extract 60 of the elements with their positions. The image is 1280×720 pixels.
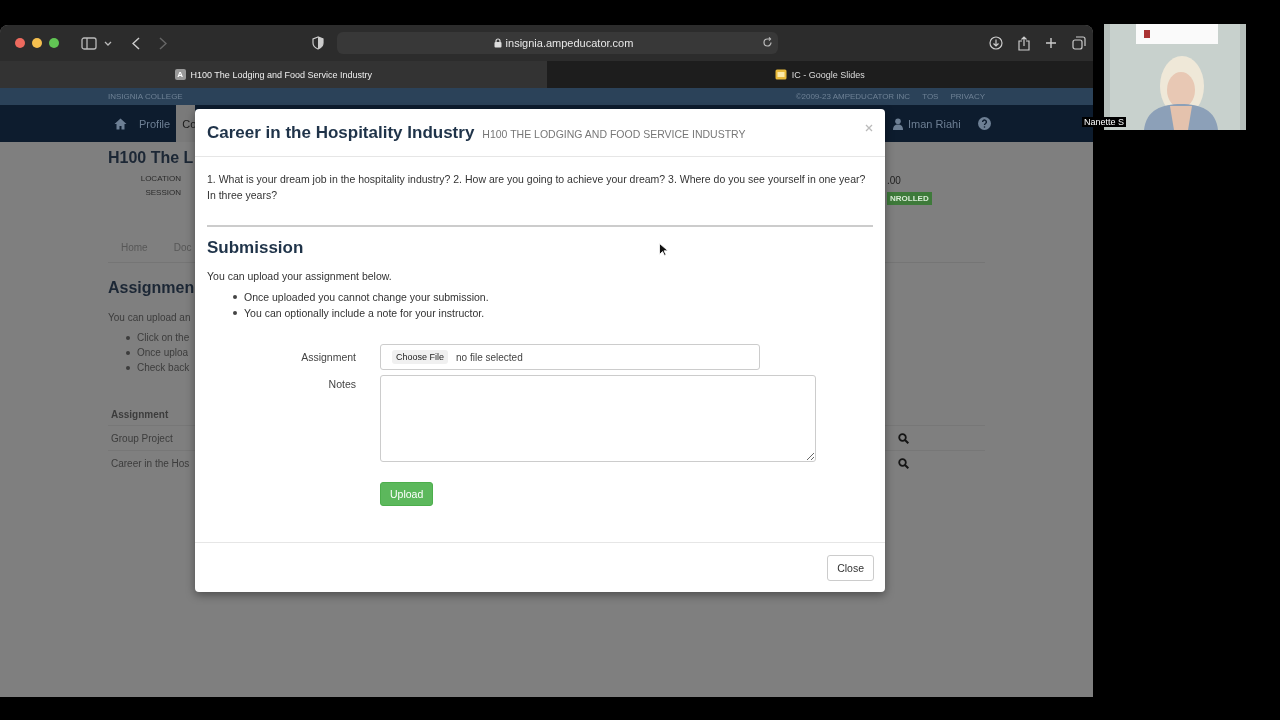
search-icon[interactable] [898, 457, 909, 469]
download-icon[interactable] [989, 36, 1003, 50]
user-icon [893, 117, 903, 130]
url-text: insignia.ampeducator.com [505, 37, 634, 49]
step-text: Once uploa [137, 347, 189, 358]
close-button[interactable]: Close [827, 554, 874, 581]
share-icon[interactable] [1018, 35, 1030, 51]
step-text: Check back [137, 362, 190, 373]
user-name[interactable]: Iman Riahi [908, 117, 961, 130]
notes-field[interactable] [380, 375, 816, 462]
forward-icon[interactable] [159, 36, 167, 50]
table-cell-text: Group Project [111, 432, 174, 444]
cursor-icon [659, 243, 668, 256]
participant-name: Nanette S [1082, 117, 1127, 127]
close-window-button[interactable] [15, 38, 25, 48]
chevron-down-icon[interactable] [104, 40, 112, 46]
favicon: A [174, 69, 186, 80]
course-title: H100 The L [108, 149, 195, 167]
field-label: Notes [327, 377, 356, 390]
address-bar[interactable]: insignia.ampeducator.com [337, 32, 778, 54]
section-heading: Submission [207, 238, 304, 258]
upload-button[interactable]: Upload [380, 482, 434, 506]
choose-file-button[interactable]: Choose File [392, 350, 449, 364]
table-cell-text: Career in the Hos [111, 457, 191, 469]
file-input-field[interactable]: Choose File no file selected [380, 344, 760, 370]
reload-icon[interactable] [762, 37, 773, 48]
footer-link[interactable]: TOS [922, 92, 939, 101]
minimize-button[interactable] [32, 38, 42, 48]
intro-text: You can upload an [108, 312, 191, 323]
step-text: Click on the [137, 332, 190, 343]
modal-title: Career in the Hospitality Industry [207, 122, 475, 143]
column-header: Assignment [111, 408, 170, 420]
footer-link[interactable]: ©2009-23 AMPEDUCATOR INC [795, 92, 911, 101]
nav-tab[interactable]: Profile [133, 105, 177, 142]
zoom-button[interactable] [49, 38, 59, 48]
tabs-overview-icon[interactable] [1072, 36, 1086, 50]
bullet-text: Once uploaded you cannot change your submission. [244, 291, 489, 303]
footer-link[interactable]: PRIVACY [950, 92, 985, 101]
file-status: no file selected [456, 351, 523, 363]
browser-tab[interactable]: IC - Google Slides [546, 61, 1093, 88]
sidebar-icon[interactable] [81, 36, 97, 50]
meta-label: SESSION [145, 188, 181, 197]
help-icon[interactable] [977, 117, 991, 130]
back-icon[interactable] [132, 36, 140, 50]
lock-icon [493, 38, 502, 48]
bullet-text: You can optionally include a note for your instructor. [244, 307, 485, 319]
instruction-text: You can upload your assignment below. [207, 270, 392, 282]
fee-text: .00 [887, 175, 901, 186]
new-tab-icon[interactable] [1045, 37, 1057, 49]
home-icon[interactable] [114, 117, 127, 130]
modal-subtitle: H100 THE LODGING AND FOOD SERVICE INDUSTRY [482, 128, 746, 140]
field-label: Assignment [300, 351, 356, 363]
slides-icon [774, 69, 787, 80]
shield-icon[interactable] [312, 36, 324, 50]
search-icon[interactable] [898, 432, 909, 444]
meta-label: LOCATION [140, 174, 181, 183]
prompt-text: 1. What is your dream job in the hospitality industry? 2. How are you going to achieve your dream? 3. Where do you see yourself in one year? In three years? [207, 171, 873, 227]
section-heading: Assignmen [108, 279, 195, 297]
browser-tab[interactable]: A H100 The Lodging and Food Service Industry [0, 61, 547, 88]
status-badge: NROLLED [887, 192, 932, 205]
